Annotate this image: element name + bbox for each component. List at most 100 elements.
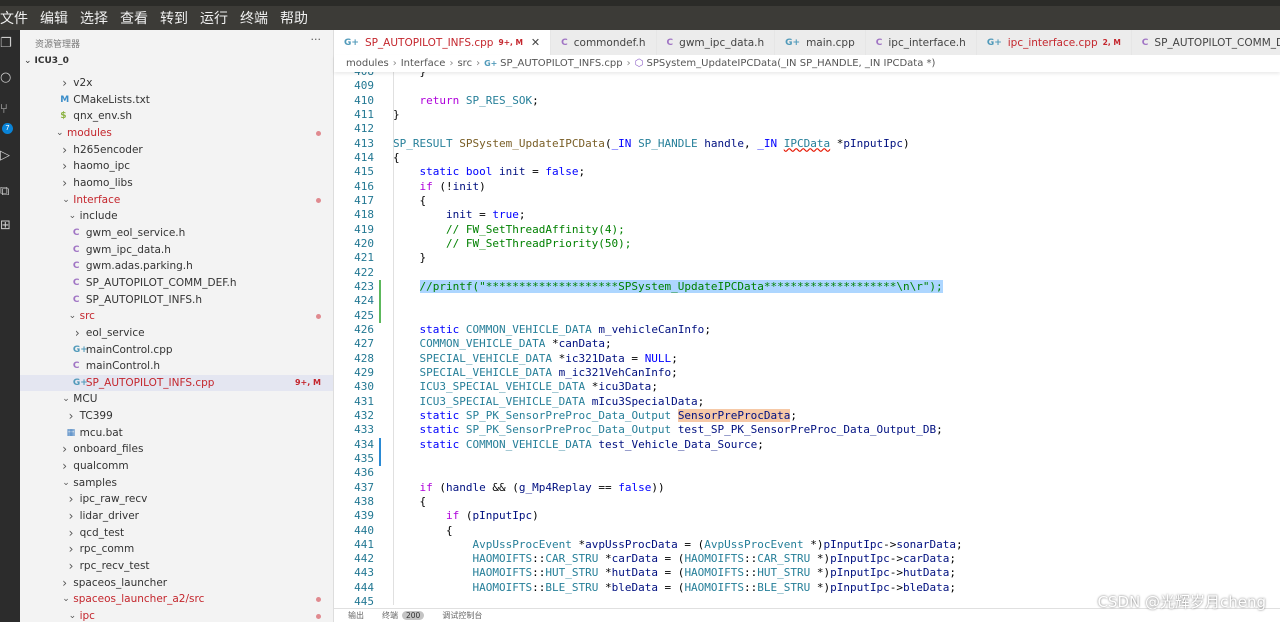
tree-file[interactable]: ▦ mcu.bat: [20, 425, 333, 442]
tree-folder[interactable]: › haomo_libs: [20, 175, 333, 192]
remote-explorer-icon[interactable]: ⧉: [0, 184, 20, 204]
menu-item[interactable]: 终端: [236, 8, 268, 28]
tree-file[interactable]: G+ mainControl.cpp: [20, 342, 333, 359]
tree-folder[interactable]: ⌄ src: [20, 308, 333, 325]
modified-dot: [316, 614, 321, 619]
chevron-right-icon: ›: [62, 175, 68, 190]
code-token: HAOMOIFTS: [472, 580, 533, 594]
file-type-icon: $: [60, 111, 67, 122]
tree-folder[interactable]: ⌄ include: [20, 208, 333, 225]
menu-item[interactable]: 运行: [196, 8, 228, 28]
tree-file[interactable]: C SP_AUTOPILOT_COMM_DEF.h: [20, 275, 333, 292]
tab-terminal[interactable]: 终端 200: [382, 610, 425, 621]
tree-folder[interactable]: › qcd_test: [20, 525, 333, 542]
code-editor[interactable]: 408 }409410 return SP_RES_SOK;411}412413…: [334, 72, 1280, 608]
tree-folder[interactable]: ⌄ MCU: [20, 391, 333, 408]
breadcrumb-item[interactable]: Interface: [401, 58, 446, 69]
tab-debug-console[interactable]: 调试控制台: [442, 610, 482, 621]
breadcrumb-item[interactable]: src: [457, 58, 472, 69]
code-token: *: [598, 566, 612, 580]
tree-folder[interactable]: › v2x: [20, 75, 333, 92]
tree-folder[interactable]: › ipc_raw_recv: [20, 491, 333, 508]
code-text: //printf("********************SPSystem_U…: [393, 279, 943, 294]
tree-folder[interactable]: › lidar_driver: [20, 508, 333, 525]
tree-folder[interactable]: › rpc_comm: [20, 541, 333, 558]
code-token: BLE_STRU: [757, 580, 811, 594]
code-text: SPECIAL_VEHICLE_DATA m_ic321VehCanInfo;: [393, 366, 678, 380]
tree-file[interactable]: Cgwm_eol_service.h: [20, 225, 333, 242]
chevron-down-icon: ⌄: [68, 211, 77, 222]
tree-folder[interactable]: ⌄ samples: [20, 475, 333, 492]
breadcrumb-item[interactable]: modules: [346, 58, 389, 69]
tree-item-label: haomo_libs: [73, 176, 133, 189]
terminal-count-badge: 200: [402, 611, 425, 620]
code-text: }: [393, 251, 426, 265]
tree-file[interactable]: Cgwm.adas.parking.h: [20, 258, 333, 275]
tree-folder[interactable]: ⌄ spaceos_launcher_a2/src: [20, 591, 333, 608]
editor-tab[interactable]: Cgwm_ipc_data.h: [656, 30, 776, 55]
editor-tab[interactable]: Ccommondef.h: [551, 30, 657, 55]
code-token: SP_HANDLE: [638, 136, 698, 150]
explorer-icon[interactable]: ❐: [0, 36, 20, 56]
extensions-icon[interactable]: ⊞: [0, 218, 20, 238]
tree-file[interactable]: Cgwm_ipc_data.h: [20, 242, 333, 259]
run-debug-icon[interactable]: ▷: [0, 148, 20, 168]
code-line: 411}: [334, 108, 1280, 122]
source-control-badge: 7: [2, 123, 13, 134]
tree-folder[interactable]: › h265encoder: [20, 142, 333, 159]
editor-tab[interactable]: G+ ipc_interface.cpp 2, M: [976, 30, 1132, 55]
source-control-icon[interactable]: ⑂: [0, 102, 20, 122]
tree-folder[interactable]: › qualcomm: [20, 458, 333, 475]
code-token: test_SP_PK_SensorPreProc_Data_Output_DB: [677, 423, 937, 437]
menu-item[interactable]: 文件: [0, 8, 28, 28]
tree-file[interactable]: M CMakeLists.txt: [20, 92, 333, 109]
code-token: ;: [518, 208, 526, 222]
menu-item[interactable]: 查看: [116, 8, 148, 28]
editor-tab[interactable]: G+ main.cpp: [775, 30, 866, 55]
editor-tab[interactable]: C SP_AUTOPILOT_COMM_DEF.h: [1131, 30, 1280, 55]
tree-folder[interactable]: ⌄ ipc: [20, 608, 333, 622]
tree-folder[interactable]: › TC399: [20, 408, 333, 425]
code-token: NULL: [644, 351, 672, 365]
tree-file[interactable]: $ qnx_env.sh: [20, 108, 333, 125]
line-number: 440: [354, 523, 374, 537]
code-token: HAOMOIFTS: [472, 552, 533, 566]
editor-tab[interactable]: Cipc_interface.h: [865, 30, 977, 55]
menu-item[interactable]: 选择: [76, 8, 108, 28]
tree-file[interactable]: CmainControl.h: [20, 358, 333, 375]
breadcrumb-item[interactable]: SP_AUTOPILOT_INFS.cpp: [500, 58, 622, 69]
tree-file[interactable]: G+ SP_AUTOPILOT_INFS.cpp 9+, M: [20, 374, 333, 392]
tree-folder[interactable]: ⌄ Interface: [20, 192, 333, 209]
line-number: 422: [354, 265, 374, 279]
code-token: mIcu3SpecialData: [591, 394, 698, 408]
tree-folder[interactable]: › eol_service: [20, 325, 333, 342]
tree-folder[interactable]: › spaceos_launcher: [20, 575, 333, 592]
tree-file[interactable]: C SP_AUTOPILOT_INFS.h: [20, 292, 333, 309]
close-icon[interactable]: ✕: [531, 36, 540, 49]
code-token: false: [618, 480, 652, 494]
line-number: 415: [354, 165, 374, 179]
code-token: avpUssProcData: [585, 537, 678, 551]
code-token: ic321Data: [565, 351, 625, 365]
code-token: static: [419, 437, 460, 451]
tree-folder[interactable]: ⌄ modules: [20, 125, 333, 142]
tree-folder[interactable]: › haomo_ipc: [20, 158, 333, 175]
tab-output[interactable]: 输出: [348, 610, 364, 621]
breadcrumb-item[interactable]: SPSystem_UpdateIPCData(_IN SP_HANDLE, _I…: [646, 58, 935, 69]
tree-folder[interactable]: › onboard_files: [20, 441, 333, 458]
menu-item[interactable]: 帮助: [276, 8, 308, 28]
file-type-icon: ▦: [66, 427, 76, 438]
code-token: ;: [949, 566, 956, 580]
editor-tab[interactable]: G+ SP_AUTOPILOT_INFS.cpp 9+, M ✕: [334, 30, 552, 55]
tab-label: commondef.h: [573, 36, 646, 49]
menu-item[interactable]: 转到: [156, 8, 188, 28]
tree-folder[interactable]: › rpc_recv_test: [20, 558, 333, 575]
code-token: {: [393, 494, 427, 508]
menu-item[interactable]: 编辑: [36, 8, 68, 28]
search-icon[interactable]: ○: [0, 70, 20, 90]
workspace-root[interactable]: ⌄ ICU3_0: [24, 56, 69, 66]
code-token: ;: [697, 394, 705, 408]
more-actions-button[interactable]: ···: [311, 33, 322, 46]
